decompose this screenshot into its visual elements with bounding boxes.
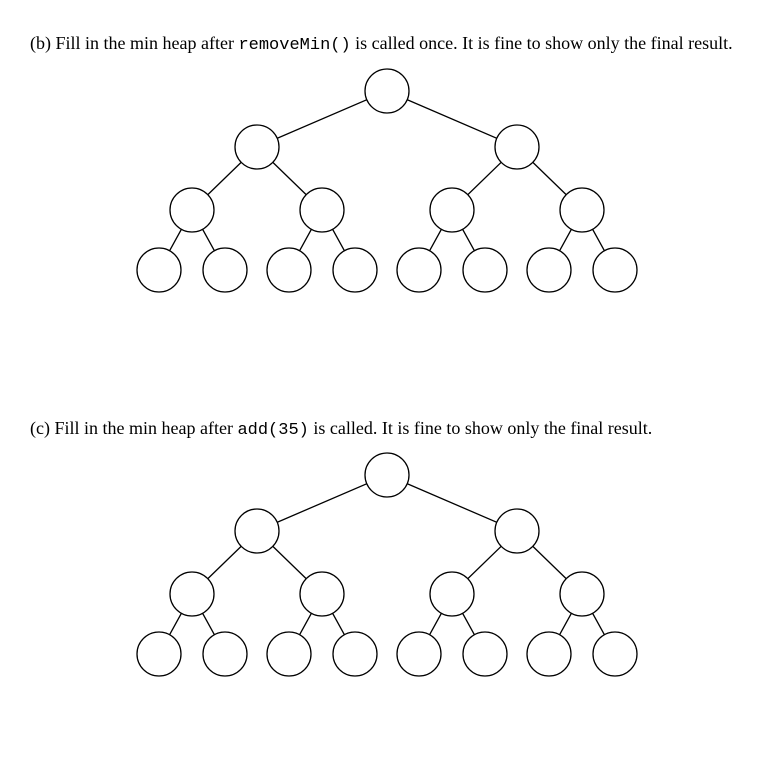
heap-node [463, 632, 507, 676]
heap-node [365, 69, 409, 113]
heap-node [170, 572, 214, 616]
heap-node [397, 632, 441, 676]
heap-node [137, 248, 181, 292]
heap-node [560, 188, 604, 232]
heap-node [333, 632, 377, 676]
heap-node [495, 125, 539, 169]
heap-node [527, 632, 571, 676]
heap-node [527, 248, 571, 292]
prompt-part-c: (c) Fill in the min heap after add(35) i… [30, 415, 743, 444]
heap-node [495, 509, 539, 553]
part-b-code: removeMin() [238, 36, 350, 55]
spacer [30, 305, 743, 397]
heap-node [463, 248, 507, 292]
heap-node [593, 632, 637, 676]
heap-node [430, 572, 474, 616]
heap-node [430, 188, 474, 232]
heap-node [203, 248, 247, 292]
tree-diagram-b-wrap [30, 65, 743, 305]
heap-node [593, 248, 637, 292]
part-c-text-before: Fill in the min heap after [54, 418, 237, 438]
heap-node [560, 572, 604, 616]
heap-node [397, 248, 441, 292]
prompt-part-b: (b) Fill in the min heap after removeMin… [30, 30, 743, 59]
heap-node [365, 453, 409, 497]
heap-node [267, 248, 311, 292]
heap-node [235, 125, 279, 169]
part-c-code: add(35) [237, 421, 308, 440]
part-b-text-before: Fill in the min heap after [56, 33, 239, 53]
part-c-text-after: is called. It is fine to show only the f… [309, 418, 652, 438]
part-b-label: (b) [30, 33, 51, 53]
heap-node [235, 509, 279, 553]
heap-node [203, 632, 247, 676]
tree-diagram-c-wrap [30, 449, 743, 689]
tree-diagram-b [107, 65, 667, 305]
heap-node [137, 632, 181, 676]
heap-node [300, 572, 344, 616]
heap-node [170, 188, 214, 232]
heap-node [333, 248, 377, 292]
heap-node [267, 632, 311, 676]
tree-diagram-c [107, 449, 667, 689]
document-page: (b) Fill in the min heap after removeMin… [0, 0, 773, 772]
heap-node [300, 188, 344, 232]
part-c-label: (c) [30, 418, 50, 438]
part-b-text-after: is called once. It is fine to show only … [351, 33, 733, 53]
